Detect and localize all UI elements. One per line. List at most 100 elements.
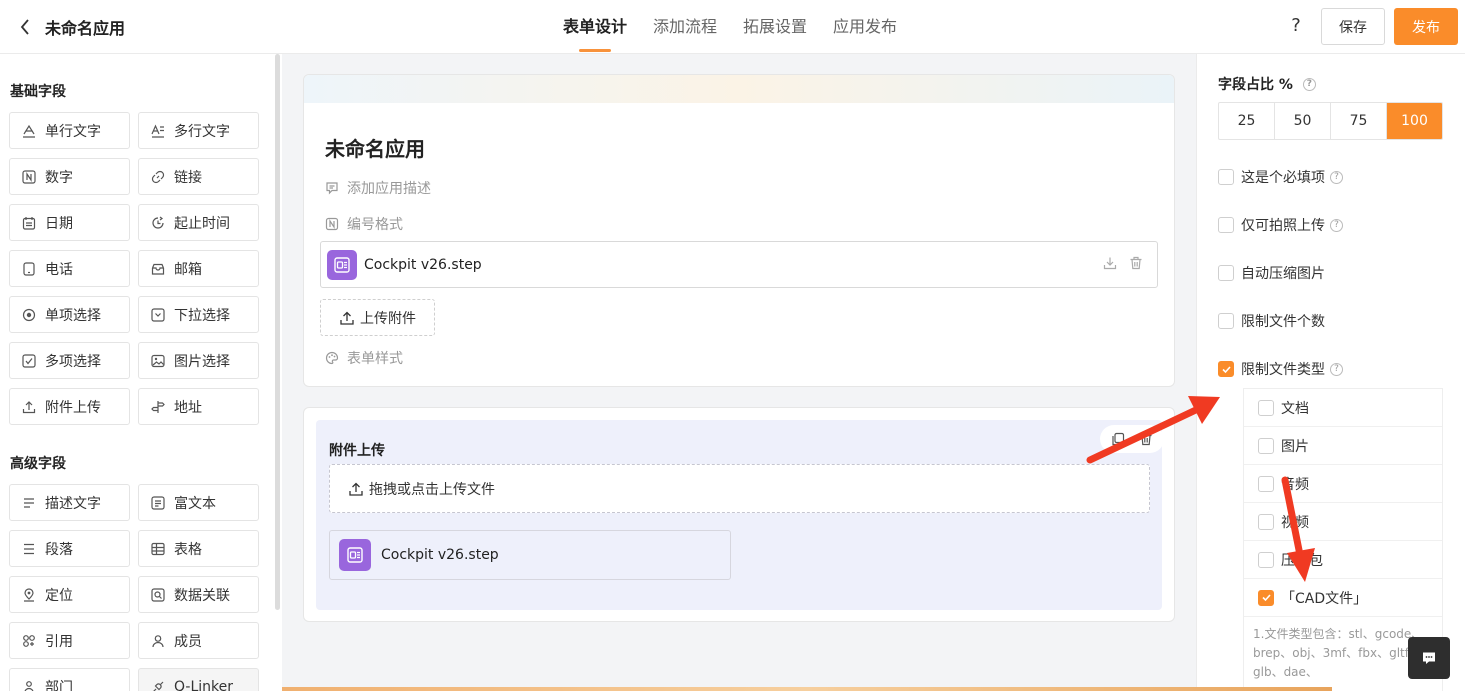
number-format-text: 编号格式	[347, 217, 403, 233]
checkbox[interactable]	[1258, 513, 1274, 530]
help-icon[interactable]: ?	[1285, 15, 1307, 39]
tab-extension-settings[interactable]: 拓展设置	[743, 0, 807, 54]
field-description[interactable]: 描述文字	[9, 484, 130, 521]
field-link[interactable]: 链接	[138, 158, 259, 195]
field-image-choice[interactable]: 图片选择	[138, 342, 259, 379]
limit-file-type-checkbox[interactable]: 限制文件类型 ?	[1218, 359, 1343, 379]
copy-icon[interactable]	[1111, 432, 1125, 446]
checkbox[interactable]	[1218, 265, 1234, 281]
field-paragraph[interactable]: 段落	[9, 530, 130, 567]
file-type-image[interactable]: 图片	[1244, 427, 1442, 465]
save-button[interactable]: 保存	[1321, 8, 1385, 45]
field-dropdown[interactable]: 下拉选择	[138, 296, 259, 333]
field-label: 成员	[174, 633, 202, 650]
number-format-link[interactable]: 编号格式	[325, 214, 403, 234]
help-icon[interactable]: ?	[1302, 77, 1316, 91]
form-title[interactable]: 未命名应用	[325, 133, 425, 162]
trash-icon[interactable]	[1139, 432, 1153, 446]
chat-button[interactable]	[1408, 637, 1450, 679]
checkbox[interactable]	[1218, 169, 1234, 185]
limit-file-count-checkbox[interactable]: 限制文件个数	[1218, 311, 1325, 331]
top-header: 未命名应用 表单设计 添加流程 拓展设置 应用发布 ? 保存 发布	[0, 0, 1465, 54]
field-richtext[interactable]: 富文本	[138, 484, 259, 521]
publish-button[interactable]: 发布	[1394, 8, 1458, 45]
field-email[interactable]: 邮箱	[138, 250, 259, 287]
field-ratio-title: 字段占比 % ?	[1218, 74, 1316, 94]
richtext-icon	[151, 495, 165, 510]
field-date[interactable]: 日期	[9, 204, 130, 241]
field-location[interactable]: 定位	[9, 576, 130, 613]
ratio-option-100[interactable]: 100	[1387, 103, 1442, 139]
field-multi-line-text[interactable]: 多行文字	[138, 112, 259, 149]
checkbox[interactable]	[1258, 437, 1274, 454]
field-data-link[interactable]: 数据关联	[138, 576, 259, 613]
checkbox-checked[interactable]	[1258, 589, 1274, 606]
form-style-link[interactable]: 表单样式	[325, 348, 403, 368]
field-number[interactable]: 数字	[9, 158, 130, 195]
properties-panel: 字段占比 % ? 25 50 75 100 这是个必填项 ? 仅可拍照上传 ? …	[1196, 54, 1465, 691]
ratio-option-50[interactable]: 50	[1275, 103, 1331, 139]
comment-icon	[326, 182, 338, 195]
field-phone[interactable]: 电话	[9, 250, 130, 287]
file-actions	[1103, 256, 1143, 270]
field-label: 定位	[45, 587, 73, 604]
field-single-line-text[interactable]: 单行文字	[9, 112, 130, 149]
field-label: 日期	[45, 215, 73, 232]
file-type-label: 压缩包	[1281, 552, 1323, 569]
field-department[interactable]: 部门	[9, 668, 130, 691]
checkbox[interactable]	[1258, 551, 1274, 568]
attachment-field-card[interactable]: 附件上传 拖拽或点击上传文件 Cockpit v26.step	[303, 407, 1175, 622]
file-type-video[interactable]: 视频	[1244, 503, 1442, 541]
camera-only-checkbox[interactable]: 仅可拍照上传 ?	[1218, 215, 1343, 235]
app-title: 未命名应用	[45, 19, 126, 38]
field-palette: 基础字段 单行文字 多行文字 数字 链接 日期 起止时间 电话 邮箱 单项选择 …	[0, 54, 282, 691]
paragraph-icon	[22, 542, 36, 556]
data-link-icon	[151, 587, 165, 602]
attachment-field-selected[interactable]: 附件上传 拖拽或点击上传文件 Cockpit v26.step	[316, 420, 1164, 610]
ratio-option-75[interactable]: 75	[1331, 103, 1387, 139]
reference-icon	[22, 634, 36, 648]
checkbox[interactable]	[1258, 475, 1274, 492]
download-icon[interactable]	[1103, 256, 1117, 270]
auto-compress-checkbox[interactable]: 自动压缩图片	[1218, 263, 1325, 283]
field-multi-choice[interactable]: 多项选择	[9, 342, 130, 379]
checkbox[interactable]	[1218, 217, 1234, 233]
tab-form-design[interactable]: 表单设计	[563, 0, 627, 54]
back-button[interactable]	[14, 14, 36, 40]
file-type-cad[interactable]: 「CAD文件」	[1244, 579, 1442, 617]
file-type-audio[interactable]: 音频	[1244, 465, 1442, 503]
field-time-range[interactable]: 起止时间	[138, 204, 259, 241]
checkbox[interactable]	[1258, 399, 1274, 416]
help-icon[interactable]: ?	[1330, 362, 1343, 376]
file-type-document[interactable]: 文档	[1244, 389, 1442, 427]
palette-scrollbar[interactable]	[275, 54, 280, 610]
field-reference[interactable]: 引用	[9, 622, 130, 659]
file-type-archive[interactable]: 压缩包	[1244, 541, 1442, 579]
required-checkbox[interactable]: 这是个必填项 ?	[1218, 167, 1343, 187]
file-drop-zone[interactable]: 拖拽或点击上传文件	[329, 464, 1150, 513]
dropdown-icon	[151, 307, 165, 322]
tab-add-process[interactable]: 添加流程	[653, 0, 717, 54]
field-label: 图片选择	[174, 353, 230, 370]
field-member[interactable]: 成员	[138, 622, 259, 659]
add-description-link[interactable]: 添加应用描述	[325, 178, 431, 198]
ratio-option-25[interactable]: 25	[1219, 103, 1275, 139]
checkbox[interactable]	[1218, 313, 1234, 329]
checkbox-checked[interactable]	[1218, 361, 1234, 377]
linker-icon	[151, 680, 165, 691]
field-label: 起止时间	[174, 215, 230, 232]
file-type-label: 音频	[1281, 476, 1309, 493]
field-attachment-upload[interactable]: 附件上传	[9, 388, 130, 425]
field-address[interactable]: 地址	[138, 388, 259, 425]
trash-icon[interactable]	[1129, 256, 1143, 270]
field-single-choice[interactable]: 单项选择	[9, 296, 130, 333]
upload-attachment-button[interactable]: 上传附件	[320, 299, 435, 336]
checkbox-label: 限制文件类型	[1241, 362, 1325, 378]
field-q-linker[interactable]: Q-Linker	[138, 668, 259, 691]
field-table[interactable]: 表格	[138, 530, 259, 567]
help-icon[interactable]: ?	[1330, 170, 1343, 184]
field-label: 描述文字	[45, 495, 101, 512]
help-icon[interactable]: ?	[1330, 218, 1343, 232]
field-label: 附件上传	[45, 399, 101, 416]
tab-app-publish[interactable]: 应用发布	[833, 0, 897, 54]
